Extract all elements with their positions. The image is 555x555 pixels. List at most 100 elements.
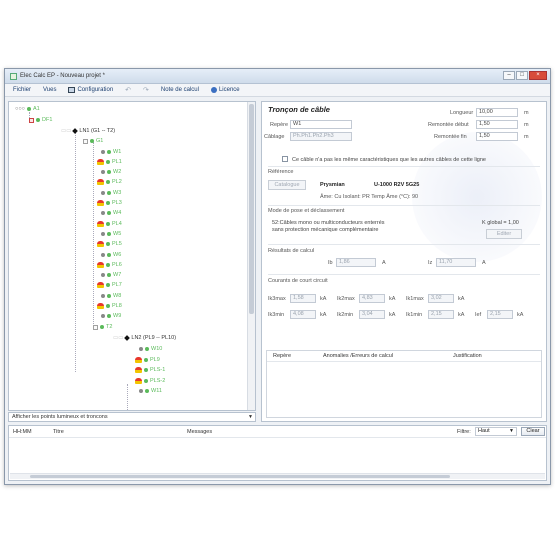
table-header-repere: Repère (273, 353, 292, 359)
tree-node-label: PL8 (112, 303, 122, 309)
rem-debut-label: Remontée début (428, 122, 469, 128)
node-status-icon (106, 159, 110, 164)
node-status-icon (106, 304, 110, 308)
tree-node-label: PLS-2 (150, 377, 166, 384)
tree-filter-select[interactable]: Afficher les points lumineux et troncons… (8, 412, 256, 422)
tree-node-label: PL6 (112, 261, 122, 268)
tree-node-pl8[interactable]: PL8 (97, 302, 122, 310)
tree-node-w3[interactable]: W3 (101, 189, 121, 197)
menu-vues[interactable]: Vues (43, 87, 56, 93)
maximize-button[interactable]: □ (516, 71, 528, 80)
tree-node-w7[interactable]: W7 (101, 271, 121, 279)
different-cable-checkbox[interactable] (282, 156, 288, 162)
tree-node-ln1[interactable]: ▭▭ LN1 (G1 -- T2) (61, 127, 115, 135)
tree-node-label: W2 (113, 169, 122, 176)
tree-node-w1[interactable]: W1 (101, 148, 121, 156)
cc-label: Courants de court circuit (268, 278, 328, 284)
iz-value: 11,70 (436, 258, 476, 267)
tree-node-pl6[interactable]: PL6 (97, 261, 122, 269)
tree-node-label: W9 (113, 313, 122, 320)
log-scrollbar[interactable] (10, 473, 545, 479)
log-filter-value: Haut (478, 428, 490, 434)
clear-button[interactable]: Clear (521, 427, 545, 436)
cc-label-ik3max: Ik3max (268, 296, 286, 302)
node-status-icon (145, 347, 149, 351)
tree-node-w2[interactable]: W2 (101, 168, 121, 176)
menu-note-calcul[interactable]: Note de calcul (161, 87, 199, 93)
tree-node-pl5[interactable]: PL5 (97, 240, 122, 248)
log-scroll-thumb[interactable] (30, 475, 450, 478)
undo-icon[interactable]: ↶ (125, 86, 131, 94)
node-status-icon (107, 252, 111, 257)
ib-value: 1,86 (336, 258, 376, 267)
cc-value-ief: 2,15 (487, 310, 513, 319)
tree-node-label: W8 (113, 292, 122, 299)
redo-icon[interactable]: ↷ (143, 86, 149, 94)
tree-node-root[interactable]: ○○○ A1 (15, 105, 40, 113)
properties-panel: Tronçon de câble Repère W1 Câblage Ph.Ph… (261, 101, 547, 422)
cc-unit: kA (320, 296, 327, 302)
cable-icon (101, 273, 105, 278)
menu-licence[interactable]: Licence (210, 87, 240, 93)
tree-scrollbar[interactable] (247, 102, 255, 410)
rem-fin-input[interactable]: 1,50 (476, 132, 518, 141)
cabinet-icon (83, 138, 88, 144)
tree-node-pl2[interactable]: PL2 (97, 178, 122, 186)
tree-node-label: PLS-1 (150, 367, 166, 373)
title-bar: Elec Calc EP - Nouveau projet * – □ × (5, 69, 550, 84)
node-status-icon (107, 231, 111, 236)
tree-node-label: PL2 (112, 179, 122, 186)
tree-node-w6[interactable]: W6 (101, 251, 121, 259)
tree-node-w11[interactable]: W11 (139, 387, 162, 395)
tree-node-label: PL5 (112, 241, 122, 248)
tree-node-pls-1[interactable]: PLS-1 (135, 366, 165, 374)
catalogue-button[interactable]: Catalogue (268, 180, 306, 190)
tree-node-label: PL9 (150, 356, 160, 363)
node-status-icon (106, 221, 110, 226)
panel-title: Tronçon de câble (268, 105, 330, 114)
tree-node-pls-2[interactable]: PLS-2 (135, 377, 165, 385)
cc-value-ik1min: 2,15 (428, 310, 454, 319)
rem-debut-input[interactable]: 1,50 (476, 120, 518, 129)
anomalies-table[interactable]: Repère Anomalies /Erreurs de calcul Just… (266, 350, 542, 418)
menu-configuration[interactable]: Configuration (68, 87, 113, 93)
tree-node-pl3[interactable]: PL3 (97, 199, 122, 207)
editer-button[interactable]: Editer (486, 229, 522, 239)
iz-label: Iz (428, 260, 433, 266)
tree-node-pl7[interactable]: PL7 (97, 281, 122, 289)
tree-node-w8[interactable]: W8 (101, 292, 121, 300)
menu-bar: Fichier Vues Configuration ↶ ↷ Note de c… (5, 84, 550, 97)
tree-filter-value: Afficher les points lumineux et troncons (12, 414, 108, 420)
cablage-label: Câblage (264, 134, 285, 140)
node-status-icon (107, 190, 111, 195)
cc-label-ik3min: Ik3min (268, 312, 285, 318)
network-tree[interactable]: ○○○ A1 DF1 ▭▭ LN1 (G1 -- T2) G1 W1 PL1 W2 P… (8, 101, 256, 411)
tree-node-t2[interactable]: T2 (93, 323, 112, 331)
tree-node-ln2[interactable]: ▭▭ LN2 (PL9 -- PL10) (113, 334, 176, 342)
tree-node-w5[interactable]: W5 (101, 230, 121, 238)
lamp-icon (97, 282, 104, 289)
tree-node-g1[interactable]: G1 (83, 137, 103, 145)
tree-scroll-thumb[interactable] (249, 104, 254, 314)
minimize-button[interactable]: – (503, 71, 515, 80)
tree-node-label: W1 (113, 148, 122, 155)
log-filter-select[interactable]: Haut ▼ (475, 427, 517, 436)
tree-node-pl1[interactable]: PL1 (97, 158, 122, 166)
tree-node-w4[interactable]: W4 (101, 209, 121, 217)
tree-node-w10[interactable]: W10 (139, 345, 162, 353)
repere-input[interactable]: W1 (290, 120, 352, 129)
tree-node-w9[interactable]: W9 (101, 312, 121, 320)
longueur-input[interactable]: 10,00 (476, 108, 518, 117)
cable-icon (101, 231, 105, 236)
cablage-input[interactable]: Ph.Ph1.Ph2.Ph3 (290, 132, 352, 141)
lamp-icon (97, 200, 104, 206)
window-title: Elec Calc EP - Nouveau projet * (20, 73, 105, 79)
tree-node-df[interactable]: DF1 (29, 116, 52, 124)
tree-node-label: W3 (113, 189, 122, 196)
close-button[interactable]: × (529, 71, 547, 80)
chevron-down-icon: ▼ (248, 414, 253, 420)
tree-node-pl9[interactable]: PL9 (135, 356, 160, 364)
node-status-icon (107, 170, 111, 175)
tree-node-pl4[interactable]: PL4 (97, 220, 122, 228)
menu-fichier[interactable]: Fichier (13, 87, 31, 93)
